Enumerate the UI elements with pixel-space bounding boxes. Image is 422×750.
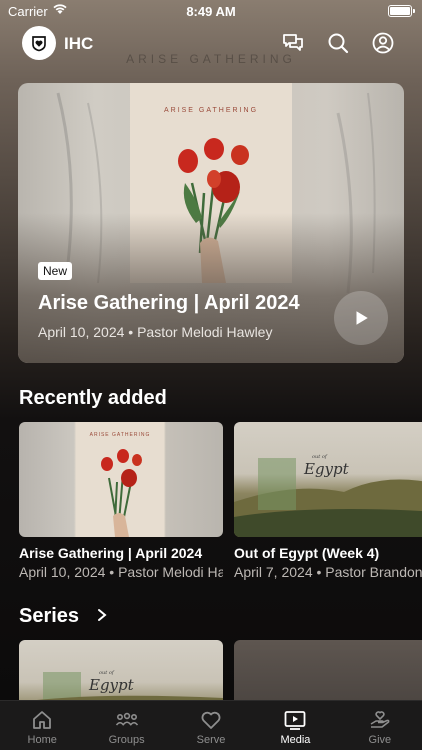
tab-label: Groups — [108, 734, 145, 746]
play-button[interactable] — [334, 291, 388, 345]
tab-give[interactable]: Give — [338, 701, 422, 750]
background-ghost-title: ARISE GATHERING — [126, 52, 296, 66]
media-card-subtitle: April 10, 2024 • Pastor Melodi Hawley — [19, 564, 223, 580]
give-icon — [370, 711, 390, 728]
tab-groups[interactable]: Groups — [84, 701, 168, 750]
new-badge: New — [38, 262, 73, 280]
tulip-thumbnail-image — [101, 449, 142, 537]
landscape-thumbnail-image: out of Egypt — [234, 454, 422, 537]
media-card-out-of-egypt[interactable]: out of Egypt Out of Egypt (Week 4) April… — [234, 422, 422, 580]
series-heading[interactable]: Series — [19, 605, 79, 628]
media-card-subtitle: April 7, 2024 • Pastor Brandon — [234, 564, 422, 580]
tab-label: Give — [368, 734, 392, 746]
tab-home[interactable]: Home — [0, 701, 84, 750]
chevron-right-icon[interactable] — [96, 607, 108, 623]
groups-icon — [115, 712, 138, 726]
play-icon — [356, 311, 368, 325]
home-icon — [33, 711, 52, 729]
heart-logo-icon — [32, 36, 46, 52]
heart-icon — [201, 711, 221, 729]
status-bar: Carrier 8:49 AM — [0, 0, 422, 24]
brand-name: IHC — [64, 34, 94, 53]
media-icon — [285, 711, 306, 730]
tab-label: Media — [280, 734, 311, 746]
media-thumbnail: out of Egypt — [234, 422, 422, 537]
hero-subtitle: April 10, 2024 • Pastor Melodi Hawley — [38, 324, 273, 340]
series-script-title: Egypt — [88, 676, 135, 694]
recently-added-heading: Recently added — [19, 387, 167, 409]
tab-bar: Home Groups Serve Media Give — [0, 700, 422, 750]
status-time: 8:49 AM — [186, 4, 236, 19]
featured-hero-card[interactable]: ARISE GATHERING New Arise Gathering | Ap… — [18, 83, 404, 363]
media-card-title: Arise Gathering | April 2024 — [19, 545, 203, 561]
tab-label: Serve — [196, 734, 226, 746]
tab-media[interactable]: Media — [253, 701, 337, 750]
thumb-script-title: Egypt — [303, 460, 350, 478]
battery-icon — [388, 5, 415, 17]
tab-serve[interactable]: Serve — [169, 701, 253, 750]
media-card-title: Out of Egypt (Week 4) — [234, 545, 380, 561]
hero-title: Arise Gathering | April 2024 — [38, 292, 300, 314]
tab-label: Home — [27, 734, 57, 746]
media-thumbnail: ARISE GATHERING — [19, 422, 223, 537]
media-card-arise[interactable]: ARISE GATHERING Arise Gathering | April … — [19, 422, 223, 580]
